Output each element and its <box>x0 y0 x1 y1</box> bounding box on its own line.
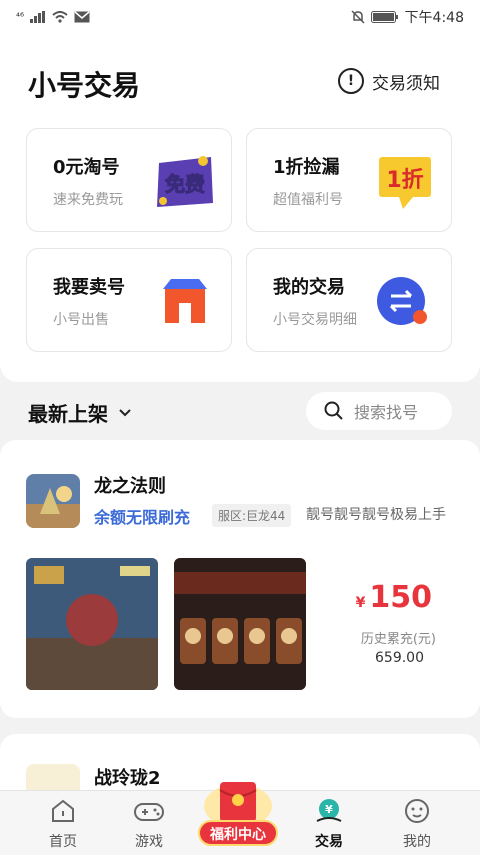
page-title: 小号交易 <box>28 69 141 102</box>
svg-text:¥: ¥ <box>325 803 333 816</box>
card-discount-account[interactable]: 1折捡漏 超值福利号 1折 <box>246 128 452 232</box>
welfare-center-label: 福利中心 <box>198 820 278 846</box>
screenshot-2[interactable] <box>174 558 306 690</box>
card-title: 我的交易 <box>273 277 345 298</box>
card-title: 我要卖号 <box>53 277 125 298</box>
screenshot-2-art <box>174 558 306 690</box>
history-label: 历史累充(元) <box>360 632 436 647</box>
mail-icon <box>74 11 90 23</box>
game-name: 龙之法则 <box>94 476 166 497</box>
price-value: 150 <box>369 580 432 615</box>
gamepad-icon <box>134 803 164 821</box>
signal-label: ⁴⁶ <box>16 11 25 23</box>
tab-mine[interactable]: 我的 <box>372 791 462 855</box>
card-my-trades[interactable]: 我的交易 小号交易明细 <box>246 248 452 352</box>
trade-notice-link[interactable]: ! 交易须知 <box>338 68 440 94</box>
price-currency: ¥ <box>355 595 366 611</box>
latest-dropdown[interactable]: 最新上架 <box>28 398 132 427</box>
shop-icon <box>163 279 207 323</box>
tab-home[interactable]: 首页 <box>18 791 108 855</box>
card-subtitle: 超值福利号 <box>273 192 343 208</box>
game-thumbnail <box>26 474 80 528</box>
promo-text: 余额无限刷充 <box>94 508 191 527</box>
search-account-input[interactable]: 搜索找号 <box>306 392 452 430</box>
tab-label: 我的 <box>403 834 431 850</box>
home-icon <box>52 799 74 822</box>
status-right: 下午4:48 <box>351 7 464 27</box>
price: ¥ 150 <box>356 580 432 615</box>
card-sell-account[interactable]: 我要卖号 小号出售 <box>26 248 232 352</box>
card-title: 0元淘号 <box>53 157 120 178</box>
status-time: 下午4:48 <box>404 10 464 26</box>
latest-section-header: 最新上架 搜索找号 <box>0 382 480 440</box>
screenshot-1-art <box>26 558 158 690</box>
trade-header-panel: 小号交易 ! 交易须知 0元淘号 速来免费玩 免费 1折捡漏 超值福利号 1折 … <box>0 34 480 382</box>
search-placeholder: 搜索找号 <box>354 403 419 422</box>
server-badge: 服区:巨龙44 <box>212 504 292 527</box>
listing-card[interactable]: 龙之法则 余额无限刷充 服区:巨龙44 靓号靓号靓号极易上手 ¥ 150 历史累… <box>0 440 480 718</box>
card-subtitle: 小号交易明细 <box>273 312 357 328</box>
card-subtitle: 速来免费玩 <box>53 192 123 208</box>
tab-label: 首页 <box>49 834 77 850</box>
signal-icon <box>30 11 46 23</box>
status-bar: ⁴⁶ 下午4:48 <box>0 0 480 34</box>
game-name: 战玲珑2 <box>94 768 161 789</box>
card-free-account[interactable]: 0元淘号 速来免费玩 免费 <box>26 128 232 232</box>
tab-label: 交易 <box>315 834 343 850</box>
discount-badge-text: 1折 <box>386 168 423 193</box>
mute-icon <box>351 10 365 24</box>
trade-notice-label: 交易须知 <box>372 73 440 94</box>
chevron-down-icon <box>119 408 131 416</box>
card-subtitle: 小号出售 <box>53 312 109 328</box>
screenshot-1[interactable] <box>26 558 158 690</box>
section-title: 最新上架 <box>28 402 108 426</box>
status-left: ⁴⁶ <box>16 11 90 23</box>
search-icon <box>324 401 343 420</box>
game-thumbnail-art <box>26 474 80 528</box>
free-badge-icon: 免费 <box>157 156 213 207</box>
listing-description: 靓号靓号靓号极易上手 <box>306 507 446 523</box>
free-badge-text: 免费 <box>165 172 205 196</box>
trade-coin-icon: ¥ <box>316 799 342 822</box>
battery-icon <box>370 11 398 23</box>
tab-games[interactable]: 游戏 <box>104 791 194 855</box>
tab-welfare-center[interactable]: 福利中心 <box>196 776 280 846</box>
exchange-icon <box>377 277 427 325</box>
user-face-icon <box>405 799 429 823</box>
wifi-icon <box>52 11 68 23</box>
history-value: 659.00 <box>375 650 424 666</box>
card-title: 1折捡漏 <box>273 157 340 178</box>
tab-trade[interactable]: ¥ 交易 <box>284 791 374 855</box>
info-icon: ! <box>338 68 364 94</box>
tab-label: 游戏 <box>135 834 163 850</box>
discount-badge-icon: 1折 <box>379 157 431 209</box>
